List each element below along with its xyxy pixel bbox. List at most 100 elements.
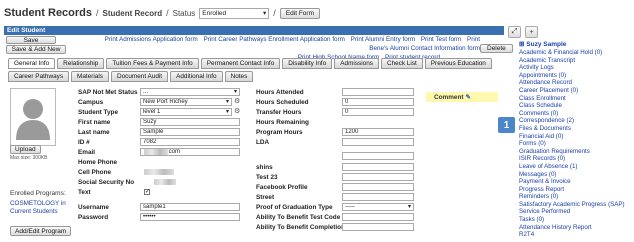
atb-completion-input[interactable] (342, 223, 414, 231)
student-name-link[interactable]: ⊞ Suzy Sample (519, 40, 634, 48)
sidebar-item[interactable]: R2T4 (519, 231, 634, 239)
sidebar-item[interactable]: Academic Transcript (519, 57, 634, 65)
tab-additional-info[interactable]: Additional Info (170, 71, 223, 82)
tab-notes[interactable]: Notes (224, 71, 254, 82)
edit-comment-icon[interactable]: ✎ (465, 93, 470, 101)
tab-admissions[interactable]: Admissions (334, 58, 379, 69)
sidebar-item[interactable]: Tasks (0) (519, 216, 634, 224)
sidebar-item[interactable]: Career Placement (0) (519, 87, 634, 95)
username-input[interactable]: sample1 (140, 203, 240, 211)
lda-input[interactable] (342, 138, 414, 146)
tab-career-pathways[interactable]: Career Pathways (8, 71, 70, 82)
field-label: Facebook Profile (256, 184, 308, 191)
sidebar-item[interactable]: Academic & Financial Hold (0) (519, 49, 634, 57)
print-alumni-entry-link[interactable]: Print Alumni Entry form (351, 36, 415, 43)
shins-input[interactable] (342, 163, 414, 171)
tab-check-list[interactable]: Check List (380, 58, 423, 69)
field-label: First name (78, 119, 111, 126)
street-input[interactable] (342, 193, 414, 201)
tab-relationship[interactable]: Relationship (57, 58, 105, 69)
comment-area[interactable]: Comment ✎ (426, 92, 498, 102)
sidebar-item[interactable]: ISIR Records (0) (519, 155, 634, 163)
field-label: Hours Scheduled (256, 99, 309, 106)
sidebar-item[interactable]: Service Performed (519, 208, 634, 216)
transfer-hours-input[interactable]: 0 (342, 108, 414, 116)
status-select[interactable]: Enrolled ▾ (199, 7, 270, 19)
student-type-select[interactable]: level 1 ▾ (140, 108, 232, 116)
field-label: Hours Attended (256, 89, 304, 96)
campus-select[interactable]: New Port Richey ▾ (140, 98, 232, 106)
last-name-input[interactable]: Sample (140, 128, 240, 136)
sidebar-item[interactable]: Payment & Invoice (519, 178, 634, 186)
gear-icon[interactable]: ⚙ (234, 97, 240, 105)
print-career-pathways-link[interactable]: Print Career Pathways Enrollment Applica… (204, 36, 345, 43)
expand-icon[interactable]: ⤢ (508, 26, 521, 38)
action-row: Save Save & Add New Print Admissions App… (4, 35, 513, 61)
sidebar-item[interactable]: Leave of Absence (1) (519, 163, 634, 171)
breadcrumb-student-record[interactable]: Student Record (103, 9, 163, 18)
password-input[interactable]: •••••• (140, 213, 240, 221)
expand-icon: ⊞ (519, 41, 525, 48)
status-value: Enrolled (202, 9, 227, 17)
sidebar-item[interactable]: Files & Documents (519, 125, 634, 133)
sidebar-item[interactable]: Comments (0) (519, 110, 634, 118)
save-button[interactable]: Save (6, 36, 56, 44)
tab-permanent-contact[interactable]: Permanent Contact Info (200, 58, 281, 69)
sap-status-select[interactable]: ... ▾ (140, 88, 240, 96)
sidebar-item[interactable]: Messages (0) (519, 171, 634, 179)
field-label: Last name (78, 129, 110, 136)
sidebar-item[interactable]: Attendance History Report (519, 224, 634, 232)
program-hours-input[interactable]: 1200 (342, 128, 414, 136)
sidebar-item[interactable]: Attendance Record (519, 79, 634, 87)
test23-input[interactable] (342, 173, 414, 181)
sidebar-item[interactable]: Class Schedule (519, 102, 634, 110)
tab-tuition-fees[interactable]: Tuition Fees & Payment Info (106, 58, 199, 69)
save-add-new-button[interactable]: Save & Add New (6, 45, 66, 54)
sidebar-item[interactable]: Graduation Requirements (519, 148, 634, 156)
sidebar-item[interactable]: Activity Logs (519, 64, 634, 72)
sidebar-item[interactable]: Reminders (0) (519, 193, 634, 201)
sidebar-item[interactable]: Correspondence (2) (519, 117, 634, 125)
add-edit-program-button[interactable]: Add/Edit Program (10, 226, 72, 236)
edit-form-button[interactable]: Edit Form (279, 7, 320, 19)
tab-previous-education[interactable]: Previous Education (424, 58, 492, 69)
page-title: Student Records (4, 7, 93, 19)
max-size-note: Max size: 300KB (10, 155, 48, 161)
tab-materials[interactable]: Materials (71, 71, 109, 82)
general-info-form: Upload Max size: 300KB Enrolled Programs… (4, 86, 504, 242)
sidebar-item[interactable]: Financial Aid (0) (519, 133, 634, 141)
hours-attended-input[interactable] (342, 88, 414, 96)
text-checkbox[interactable]: ✓ (144, 189, 150, 195)
first-name-input[interactable]: Suzy (140, 118, 240, 126)
tab-document-audit[interactable]: Document Audit (110, 71, 169, 82)
facebook-profile-input[interactable] (342, 183, 414, 191)
gear-icon[interactable]: ⚙ (234, 107, 240, 115)
sidebar-item[interactable]: Satisfactory Academic Progress (SAP) (519, 201, 634, 209)
blank-input[interactable] (342, 152, 414, 160)
redacted-text (144, 149, 168, 155)
tab-disability-info[interactable]: Disability Info (282, 58, 333, 69)
field-label: Password (78, 214, 109, 221)
breadcrumb-separator: / (273, 8, 276, 18)
proof-graduation-select[interactable]: ----- ▾ (342, 203, 414, 211)
field-label: SAP Not Met Status (78, 89, 138, 96)
sidebar-item[interactable]: Appointments (0) (519, 72, 634, 80)
redacted-text (154, 179, 176, 185)
field-label: Username (78, 204, 109, 211)
sidebar-item[interactable]: Forms (0) (519, 140, 634, 148)
chevron-down-icon: ▾ (407, 203, 411, 210)
print-test-link[interactable]: Print Test form (421, 36, 461, 43)
hours-scheduled-input[interactable]: 0 (342, 98, 414, 106)
sidebar-item[interactable]: Class Enrollment (519, 95, 634, 103)
enrolled-program-link[interactable]: COSMETOLOGY in Current Students (10, 200, 70, 216)
page-header: Student Records / Student Record / Statu… (4, 6, 524, 20)
delete-button[interactable]: Delete (480, 44, 513, 53)
add-icon[interactable]: + (525, 26, 538, 38)
upload-button[interactable]: Upload (10, 145, 41, 154)
tab-general-info[interactable]: General Info (8, 58, 56, 69)
print-admissions-link[interactable]: Print Admissions Application form (105, 36, 198, 43)
atb-test-code-input[interactable] (342, 213, 414, 221)
id-input[interactable]: 7082 (140, 138, 240, 146)
sidebar-item[interactable]: Progress Report (519, 186, 634, 194)
field-label: Social Security No (78, 179, 135, 186)
